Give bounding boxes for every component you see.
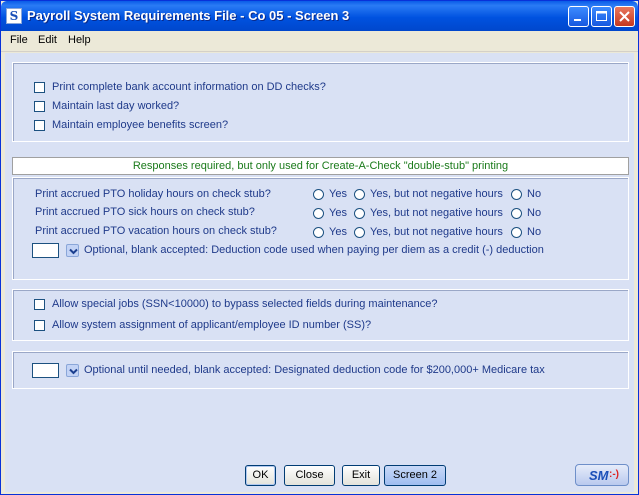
radio-button[interactable] [354, 207, 365, 219]
radio-button[interactable] [511, 207, 522, 219]
chevron-down-icon [69, 248, 78, 255]
checkbox-row-special-jobs[interactable]: Allow special jobs (SSN<10000) to bypass… [34, 297, 438, 311]
per-diem-deduction-code-input[interactable] [32, 243, 59, 258]
radio-button[interactable] [511, 188, 522, 200]
checkbox-row-benefits-screen[interactable]: Maintain employee benefits screen? [34, 118, 228, 132]
radio-holiday-yes[interactable]: Yes [313, 188, 347, 200]
radio-vacation-yes-not-negative[interactable]: Yes, but not negative hours [354, 226, 503, 238]
checkbox-label: Maintain employee benefits screen? [52, 119, 229, 131]
minimize-icon [574, 19, 581, 21]
section-medicare: Optional until needed, blank accepted: D… [12, 351, 629, 389]
checkbox-bank-info[interactable] [34, 81, 45, 93]
checkbox-id-assignment[interactable] [34, 319, 45, 331]
app-icon[interactable]: S [6, 8, 22, 24]
radio-vacation-yes[interactable]: Yes [313, 226, 347, 238]
radio-label: No [527, 188, 542, 200]
radio-holiday-no[interactable]: No [511, 188, 541, 200]
maximize-button[interactable] [591, 6, 612, 27]
close-button[interactable]: Close [284, 465, 335, 486]
menu-help[interactable]: Help [68, 34, 91, 46]
checkbox-label: Maintain last day worked? [52, 100, 180, 112]
checkbox-label: Print complete bank account information … [52, 81, 326, 93]
radio-button[interactable] [313, 207, 324, 219]
section-system-options: Allow special jobs (SSN<10000) to bypass… [12, 289, 629, 341]
checkbox-label: Allow system assignment of applicant/emp… [52, 319, 372, 331]
client-area: Print complete bank account information … [5, 53, 634, 492]
checkbox-row-bank-info[interactable]: Print complete bank account information … [34, 80, 326, 94]
section-pto-stub: Print accrued PTO holiday hours on check… [12, 177, 629, 280]
radio-sick-yes[interactable]: Yes [313, 207, 347, 219]
sm-logo[interactable]: SM :-) [575, 464, 629, 486]
per-diem-deduction-dropdown[interactable] [66, 244, 79, 257]
title-bar: S Payroll System Requirements File - Co … [1, 1, 638, 31]
close-window-button[interactable] [614, 6, 635, 27]
exit-button[interactable]: Exit [342, 465, 380, 486]
radio-sick-yes-not-negative[interactable]: Yes, but not negative hours [354, 207, 503, 219]
radio-button[interactable] [511, 226, 522, 238]
radio-holiday-yes-not-negative[interactable]: Yes, but not negative hours [354, 188, 503, 200]
medicare-deduction-code-input[interactable] [32, 363, 59, 378]
pto-sick-question: Print accrued PTO sick hours on check st… [35, 206, 255, 218]
section-general: Print complete bank account information … [12, 62, 629, 142]
checkbox-benefits-screen[interactable] [34, 119, 45, 131]
radio-label: Yes, but not negative hours [370, 207, 503, 219]
medicare-deduction-dropdown[interactable] [66, 364, 79, 377]
radio-vacation-no[interactable]: No [511, 226, 541, 238]
menu-file[interactable]: File [10, 34, 28, 46]
pto-vacation-question: Print accrued PTO vacation hours on chec… [35, 225, 277, 237]
screen-2-button[interactable]: Screen 2 [384, 465, 446, 486]
checkbox-row-id-assignment[interactable]: Allow system assignment of applicant/emp… [34, 318, 371, 332]
menu-edit[interactable]: Edit [38, 34, 57, 46]
radio-label: Yes, but not negative hours [370, 226, 503, 238]
checkbox-label: Allow special jobs (SSN<10000) to bypass… [52, 298, 438, 310]
pto-holiday-question: Print accrued PTO holiday hours on check… [35, 188, 271, 200]
logo-text: SM [589, 468, 609, 483]
radio-label: No [527, 207, 542, 219]
radio-button[interactable] [354, 188, 365, 200]
radio-button[interactable] [354, 226, 365, 238]
radio-button[interactable] [313, 226, 324, 238]
chevron-down-icon [69, 368, 78, 375]
radio-label: No [527, 226, 542, 238]
menu-bar: File Edit Help [1, 31, 638, 52]
radio-sick-no[interactable]: No [511, 207, 541, 219]
radio-button[interactable] [313, 188, 324, 200]
logo-smile: :-) [609, 469, 619, 480]
radio-label: Yes [329, 207, 347, 219]
ok-button[interactable]: OK [245, 465, 276, 486]
radio-label: Yes, but not negative hours [370, 188, 503, 200]
minimize-button[interactable] [568, 6, 589, 27]
app-window: S Payroll System Requirements File - Co … [0, 0, 639, 495]
radio-label: Yes [329, 188, 347, 200]
checkbox-special-jobs[interactable] [34, 298, 45, 310]
checkbox-last-day-worked[interactable] [34, 100, 45, 112]
radio-label: Yes [329, 226, 347, 238]
close-icon [619, 11, 630, 22]
double-stub-banner: Responses required, but only used for Cr… [12, 157, 629, 175]
window-title: Payroll System Requirements File - Co 05… [27, 8, 350, 23]
checkbox-row-last-day-worked[interactable]: Maintain last day worked? [34, 99, 179, 113]
maximize-icon [596, 11, 607, 21]
per-diem-deduction-label: Optional, blank accepted: Deduction code… [84, 244, 544, 256]
medicare-deduction-label: Optional until needed, blank accepted: D… [84, 364, 545, 376]
